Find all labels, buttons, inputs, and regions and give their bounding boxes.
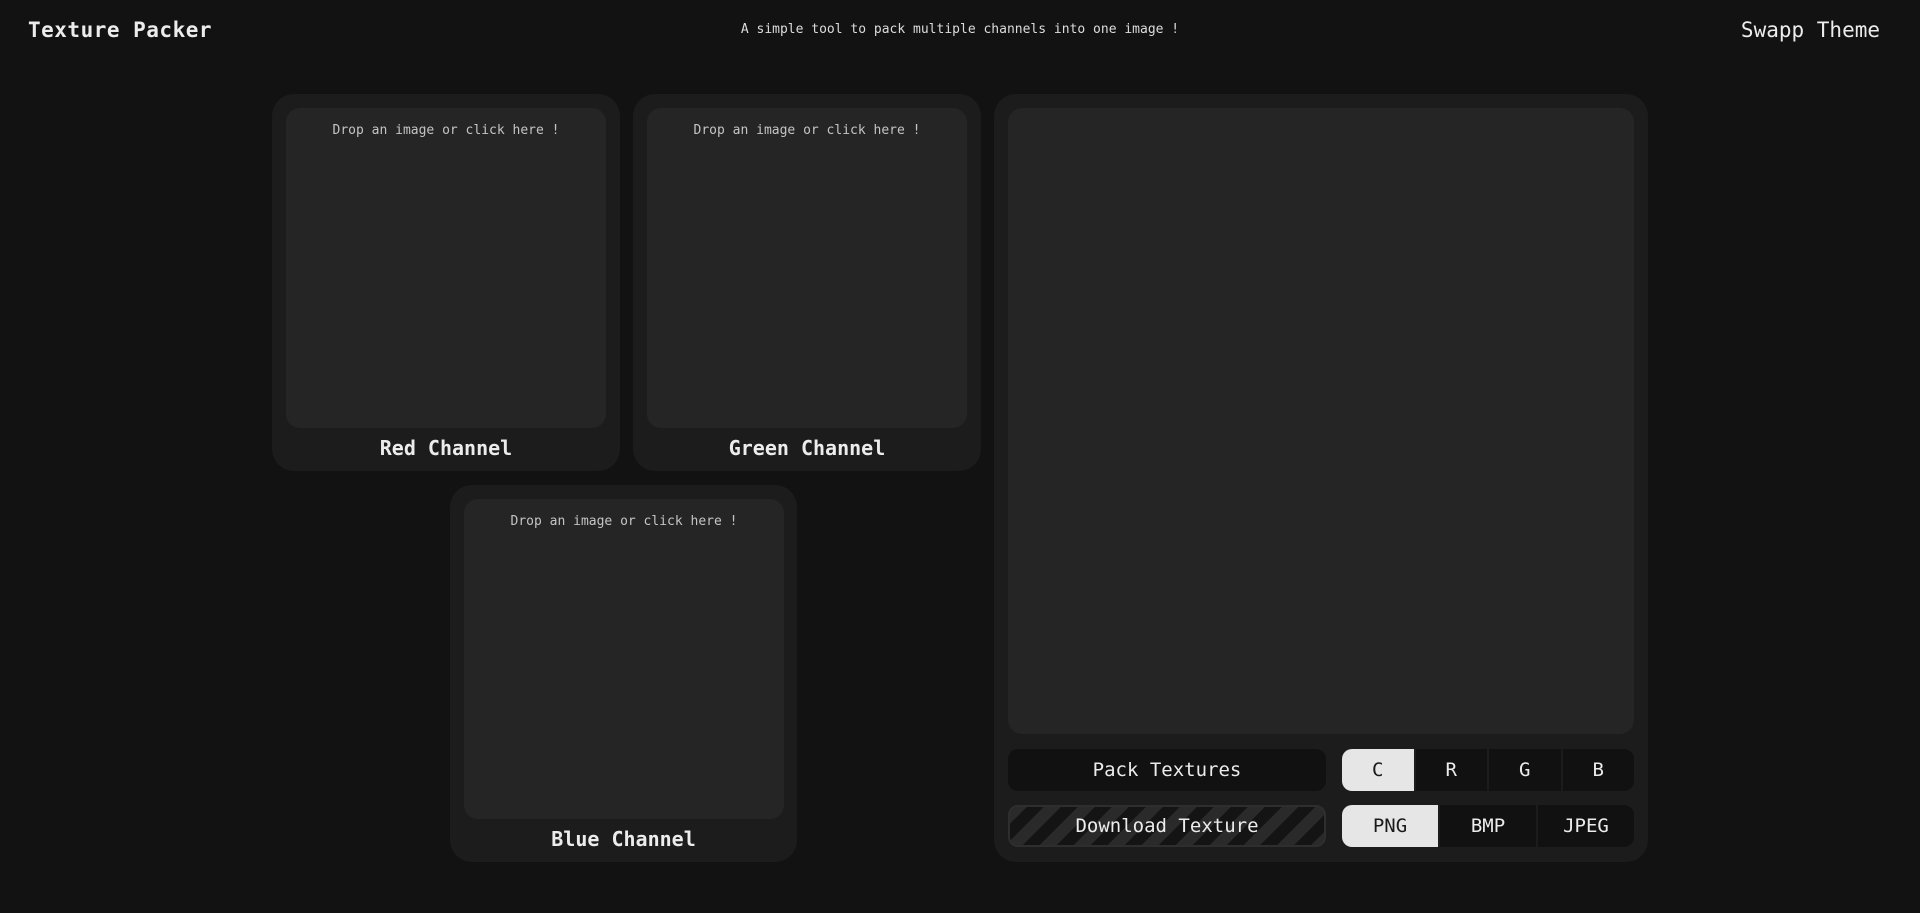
dropzone-hint: Drop an image or click here ! <box>693 123 921 138</box>
channel-mode-c[interactable]: C <box>1342 749 1416 791</box>
red-channel-dropzone[interactable]: Drop an image or click here ! <box>286 108 606 428</box>
header: Texture Packer A simple tool to pack mul… <box>0 0 1920 62</box>
blue-channel-dropzone[interactable]: Drop an image or click here ! <box>464 499 784 819</box>
tagline: A simple tool to pack multiple channels … <box>740 22 1180 37</box>
output-card: Pack Textures Download Texture C R G B P… <box>994 94 1648 862</box>
green-channel-card: Drop an image or click here ! Green Chan… <box>633 94 981 471</box>
red-channel-label: Red Channel <box>379 436 513 460</box>
channel-mode-r[interactable]: R <box>1416 749 1489 791</box>
format-png[interactable]: PNG <box>1342 805 1440 847</box>
format-bmp[interactable]: BMP <box>1440 805 1538 847</box>
preview-channel-toggle: C R G B <box>1342 749 1634 791</box>
dropzone-hint: Drop an image or click here ! <box>332 123 560 138</box>
green-channel-label: Green Channel <box>728 436 886 460</box>
packed-texture-preview <box>1008 108 1634 734</box>
swap-theme-button[interactable]: Swapp Theme <box>1741 18 1880 42</box>
red-channel-card: Drop an image or click here ! Red Channe… <box>272 94 620 471</box>
dropzone-hint: Drop an image or click here ! <box>510 514 738 529</box>
format-jpeg[interactable]: JPEG <box>1538 805 1634 847</box>
channel-mode-g[interactable]: G <box>1489 749 1563 791</box>
channel-mode-b[interactable]: B <box>1563 749 1635 791</box>
download-texture-button[interactable]: Download Texture <box>1008 805 1326 847</box>
format-toggle: PNG BMP JPEG <box>1342 805 1634 847</box>
download-texture-label: Download Texture <box>1075 815 1259 837</box>
pack-textures-button[interactable]: Pack Textures <box>1008 749 1326 791</box>
green-channel-dropzone[interactable]: Drop an image or click here ! <box>647 108 967 428</box>
blue-channel-label: Blue Channel <box>551 827 696 851</box>
blue-channel-card: Drop an image or click here ! Blue Chann… <box>450 485 797 862</box>
